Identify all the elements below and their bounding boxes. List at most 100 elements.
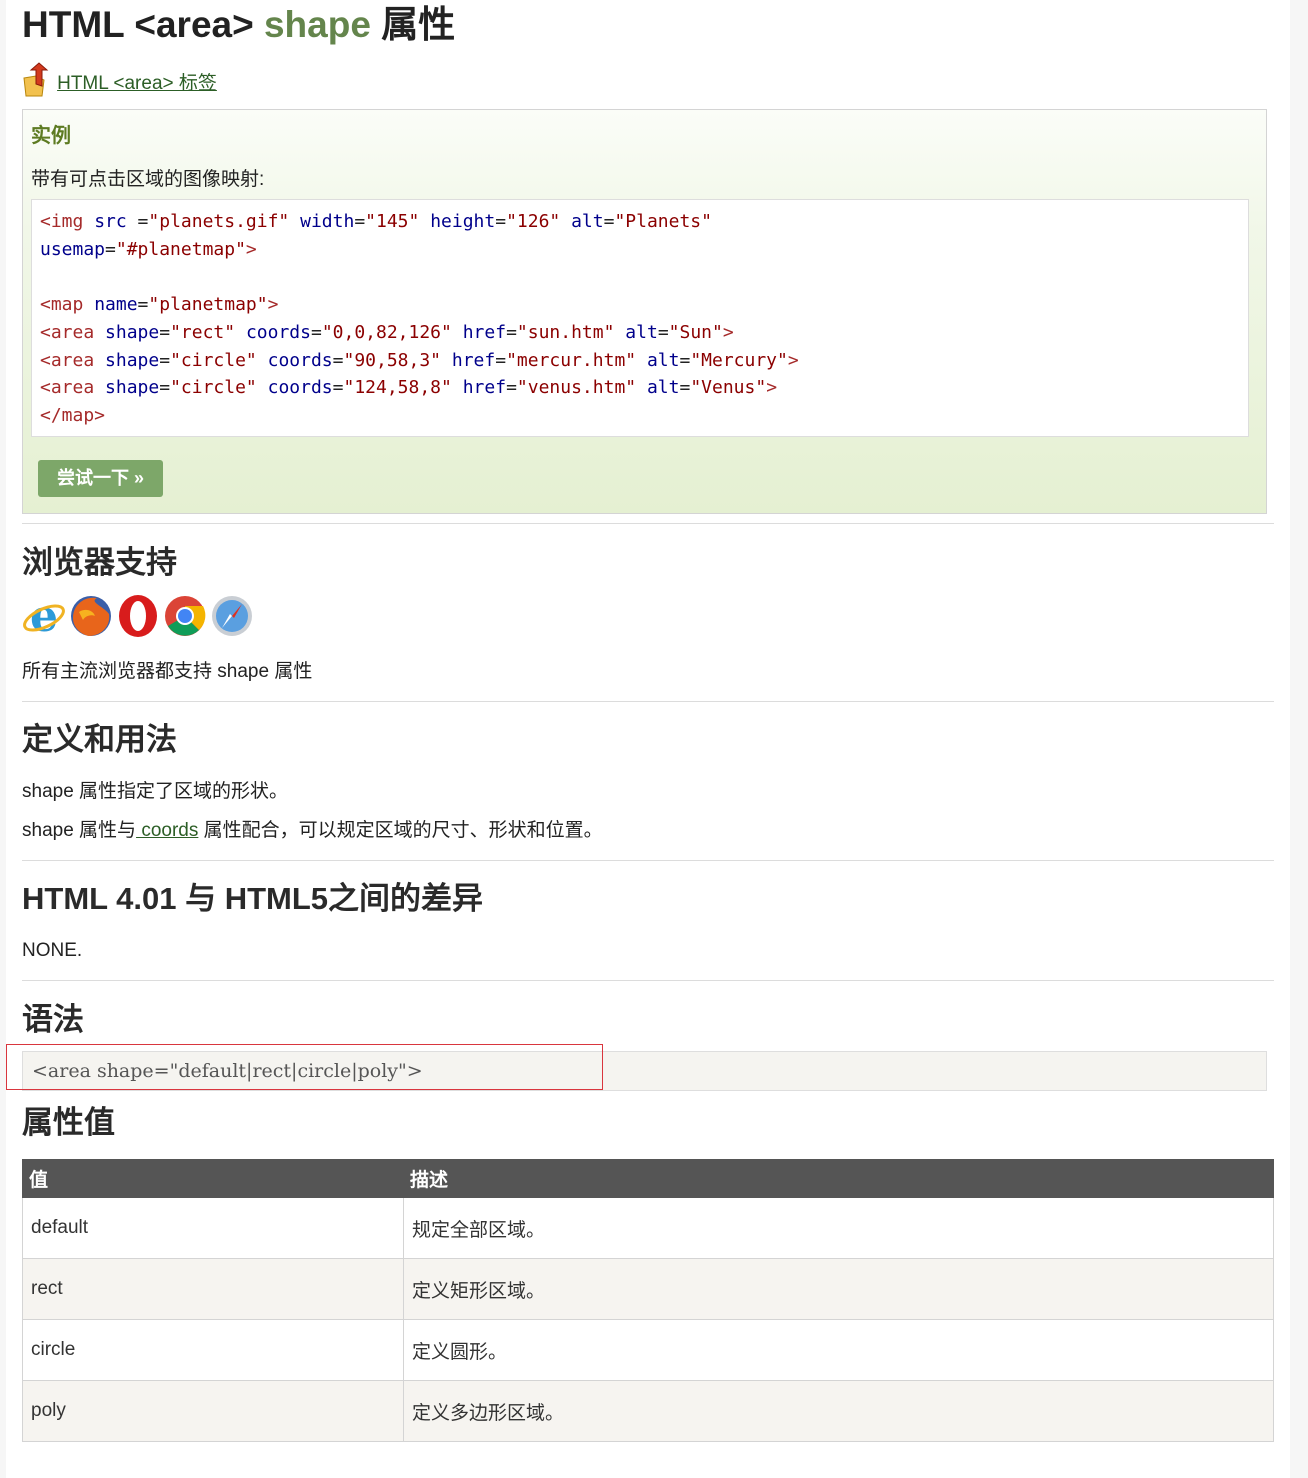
- divider: [22, 860, 1274, 861]
- code-token: <area: [40, 321, 106, 343]
- code-token: "mercur.htm": [506, 349, 637, 371]
- code-token: =: [159, 377, 171, 399]
- browser-support-text: 所有主流浏览器都支持 shape 属性: [22, 661, 313, 682]
- definition-line-1: shape 属性指定了区域的形状。: [22, 781, 289, 802]
- code-token: alt: [571, 211, 604, 232]
- opera-icon: [116, 594, 160, 638]
- code-token: alt: [646, 349, 680, 371]
- code-block: <img src ="planets.gif" width="145" heig…: [31, 199, 1249, 437]
- example-intro: 带有可点击区域的图像映射:: [31, 169, 265, 190]
- code-line: <img src ="planets.gif" width="145" heig…: [40, 208, 799, 236]
- code-token: height: [430, 211, 496, 232]
- code-token: =: [603, 211, 615, 232]
- highlight-frame: [6, 1044, 603, 1090]
- browser-icons: e: [22, 591, 254, 642]
- code-token: shape: [105, 349, 160, 371]
- page-title: HTML <area> shape 属性: [22, 4, 456, 45]
- code-token: "planetmap": [148, 294, 268, 316]
- code-line: <area shape="rect" coords="0,0,82,126" h…: [40, 319, 799, 347]
- code-token: "sun.htm": [516, 321, 615, 343]
- code-token: shape: [105, 377, 160, 399]
- values-table: 值 描述 default 规定全部区域。 rect 定义矩形区域。 circle…: [22, 1159, 1274, 1442]
- code-token: src: [94, 211, 138, 232]
- code-token: "circle": [170, 349, 257, 371]
- values-heading: 属性值: [22, 1105, 115, 1140]
- value-cell: default: [22, 1197, 404, 1259]
- code-token: >: [766, 377, 778, 399]
- differences-heading: HTML 4.01 与 HTML5之间的差异: [22, 881, 484, 916]
- code-token: =: [137, 294, 149, 316]
- code-token: coords: [267, 377, 333, 399]
- code-token: "planets.gif": [148, 211, 290, 232]
- table-row: default 规定全部区域。: [22, 1197, 1274, 1259]
- table-header-row: 值 描述: [22, 1159, 1274, 1198]
- page: HTML <area> shape 属性 HTML <area> 标签 实例 带…: [6, 0, 1290, 1478]
- code-token: =: [495, 211, 507, 232]
- column-header-description: 描述: [403, 1159, 1274, 1198]
- table-row: poly 定义多边形区域。: [22, 1380, 1274, 1442]
- value-cell: circle: [22, 1319, 404, 1381]
- code-line: <area shape="circle" coords="124,58,8" h…: [40, 374, 799, 402]
- description-cell: 规定全部区域。: [403, 1197, 1274, 1259]
- code-token: "circle": [170, 377, 257, 399]
- code-token: "#planetmap": [115, 238, 246, 260]
- folder-up-arrow-icon: [22, 62, 52, 98]
- code-token: >: [787, 349, 799, 371]
- chrome-icon: [163, 594, 207, 638]
- table-row: circle 定义圆形。: [22, 1319, 1274, 1381]
- try-it-button[interactable]: 尝试一下 »: [38, 460, 163, 497]
- column-header-value: 值: [22, 1159, 404, 1198]
- code-token: shape: [105, 321, 160, 343]
- code-token: =: [495, 349, 507, 371]
- code-token: =: [137, 211, 149, 232]
- safari-icon: [210, 594, 254, 638]
- code-token: <map: [40, 294, 95, 316]
- area-tag-link[interactable]: HTML <area> 标签: [57, 73, 217, 94]
- code-line: <area shape="circle" coords="90,58,3" hr…: [40, 347, 799, 375]
- code-token: =: [679, 349, 691, 371]
- code-token: >: [722, 321, 734, 343]
- code-token: <area: [40, 377, 106, 399]
- code-token: "90,58,3": [343, 349, 442, 371]
- code-line: <map name="planetmap">: [40, 291, 799, 319]
- definition-line-2: shape 属性与 coords 属性配合，可以规定区域的尺寸、形状和位置。: [22, 818, 603, 844]
- code-token: "0,0,82,126": [321, 321, 452, 343]
- code-text: <img src ="planets.gif" width="145" heig…: [40, 208, 799, 430]
- coords-link[interactable]: coords: [136, 820, 198, 841]
- definition-text: shape 属性与: [22, 820, 137, 841]
- code-token: =: [159, 321, 171, 343]
- code-line: usemap="#planetmap">: [40, 236, 799, 264]
- internet-explorer-icon: e: [22, 591, 66, 642]
- back-link-row: HTML <area> 标签: [22, 62, 217, 102]
- code-token: href: [462, 377, 507, 399]
- code-token: =: [679, 377, 691, 399]
- code-token: "Sun": [668, 321, 723, 343]
- code-token: <area: [40, 349, 106, 371]
- code-token: "126": [506, 211, 561, 232]
- divider: [22, 523, 1274, 524]
- value-cell: poly: [22, 1380, 404, 1442]
- code-token: =: [657, 321, 669, 343]
- code-token: "Mercury": [690, 349, 788, 371]
- divider: [22, 980, 1274, 981]
- description-cell: 定义矩形区域。: [403, 1258, 1274, 1320]
- code-token: =: [332, 349, 344, 371]
- code-token: coords: [267, 349, 333, 371]
- code-token: "145": [365, 211, 420, 232]
- definition-heading: 定义和用法: [22, 722, 177, 757]
- code-token: "rect": [170, 321, 236, 343]
- example-heading: 实例: [31, 125, 71, 147]
- code-token: coords: [245, 321, 311, 343]
- code-token: >: [267, 294, 279, 316]
- code-token: "124,58,8": [343, 377, 452, 399]
- code-token: =: [159, 349, 171, 371]
- code-token: href: [462, 321, 507, 343]
